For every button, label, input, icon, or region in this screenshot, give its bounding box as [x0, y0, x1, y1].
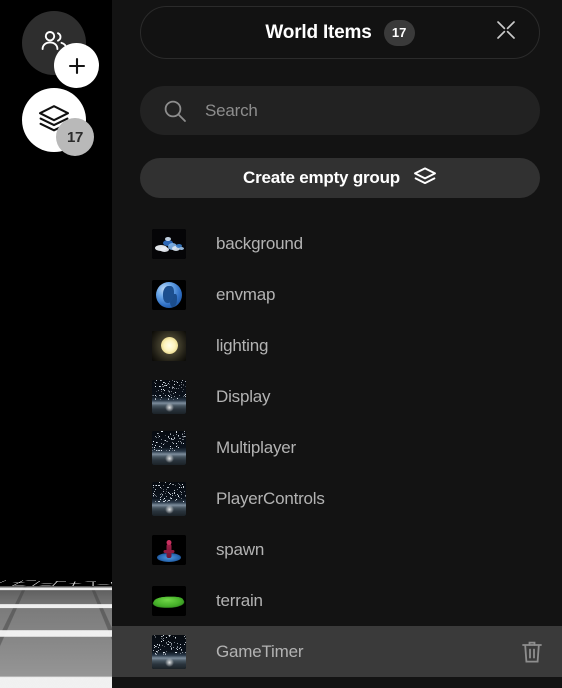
add-player-button[interactable] — [54, 43, 99, 88]
delete-item-button[interactable] — [520, 639, 544, 665]
viewport-horizon-fade — [0, 150, 112, 210]
list-item[interactable]: background — [112, 218, 562, 269]
layers-icon — [413, 166, 437, 190]
close-icon — [493, 17, 519, 48]
list-item-label: GameTimer — [216, 641, 304, 661]
plus-icon — [66, 55, 88, 77]
thumbnail-light — [152, 330, 186, 361]
list-item[interactable]: PlayerControls — [112, 473, 562, 524]
world-items-count-badge: 17 — [56, 118, 94, 156]
list-item-label: spawn — [216, 539, 265, 559]
list-item[interactable]: spawn — [112, 524, 562, 575]
close-panel-button[interactable] — [487, 14, 525, 52]
list-item-thumbnail — [152, 534, 186, 565]
world-items-list: background envmap lighting Display Multiplay… — [112, 218, 562, 677]
thumbnail-starfield — [152, 634, 186, 669]
thumbnail-terrain — [152, 585, 186, 616]
search-field[interactable]: Search — [140, 86, 540, 135]
list-item[interactable]: terrain — [112, 575, 562, 626]
list-item-thumbnail — [152, 585, 186, 616]
list-item[interactable]: envmap — [112, 269, 562, 320]
thumbnail-globe — [152, 279, 186, 310]
list-item[interactable]: Display — [112, 371, 562, 422]
list-item[interactable]: Multiplayer — [112, 422, 562, 473]
trash-icon — [520, 641, 544, 669]
panel-header: World Items 17 — [140, 6, 540, 59]
list-item-label: envmap — [216, 284, 276, 304]
panel-title: World Items — [265, 21, 372, 43]
world-items-count-value: 17 — [66, 128, 84, 146]
search-placeholder: Search — [205, 100, 258, 120]
editor-screen: 17 World Items 17 Search Create empty gr… — [0, 0, 562, 688]
list-item-thumbnail — [152, 481, 186, 516]
thumbnail-spawn — [152, 534, 186, 565]
ground-plane — [0, 586, 112, 688]
thumbnail-starfield — [152, 481, 186, 516]
list-item-thumbnail — [152, 330, 186, 361]
list-item-thumbnail — [152, 379, 186, 414]
list-item-label: PlayerControls — [216, 488, 325, 508]
list-item-thumbnail — [152, 634, 186, 669]
list-item-label: Display — [216, 386, 271, 406]
search-icon — [162, 98, 188, 124]
thumbnail-sky — [152, 228, 186, 259]
list-item-thumbnail — [152, 430, 186, 465]
thumbnail-starfield — [152, 379, 186, 414]
world-items-panel: World Items 17 Search Create empty group… — [112, 0, 562, 688]
list-item[interactable]: lighting — [112, 320, 562, 371]
create-empty-group-button[interactable]: Create empty group — [140, 158, 540, 198]
list-item-label: lighting — [216, 335, 269, 355]
list-item-label: terrain — [216, 590, 263, 610]
panel-title-count-badge: 17 — [383, 19, 415, 46]
list-item-label: background — [216, 233, 303, 253]
thumbnail-starfield — [152, 430, 186, 465]
create-empty-group-label: Create empty group — [243, 168, 400, 187]
list-item-thumbnail — [152, 228, 186, 259]
list-item-thumbnail — [152, 279, 186, 310]
list-item-label: Multiplayer — [216, 437, 296, 457]
list-item[interactable]: GameTimer — [112, 626, 562, 677]
